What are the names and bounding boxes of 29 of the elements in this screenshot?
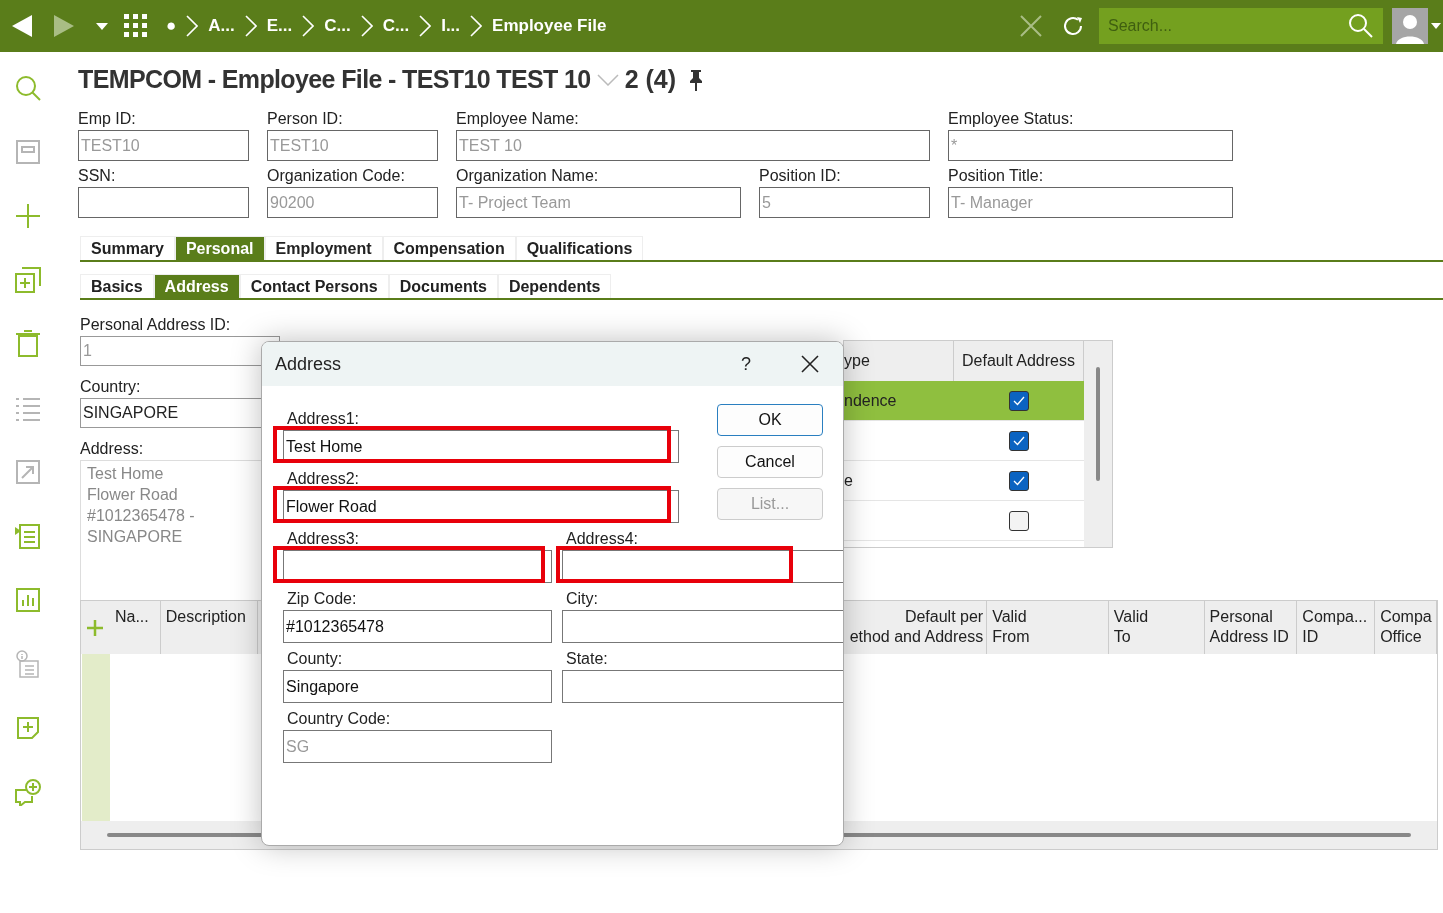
field-label: State: bbox=[565, 649, 609, 669]
field-label: Position Title: bbox=[948, 166, 1045, 186]
field-label: Country: bbox=[80, 377, 142, 397]
field-label: Country Code: bbox=[286, 709, 392, 729]
field-label: Address1: bbox=[286, 409, 361, 429]
field-label: Employee Status: bbox=[948, 109, 1075, 129]
field-label: Employee Name: bbox=[456, 109, 580, 129]
field-label: Address3: bbox=[286, 529, 361, 549]
page-title: TEMPCOM - Employee File - TEST10 TEST 10 bbox=[78, 64, 591, 96]
field-label: Address4: bbox=[565, 529, 640, 549]
field-label: Address: bbox=[80, 439, 145, 459]
address-line: Flower Road bbox=[87, 485, 179, 505]
field-label: Organization Name: bbox=[456, 166, 600, 186]
address-line: Test Home bbox=[87, 464, 165, 484]
table-cell-text: e bbox=[844, 470, 853, 491]
record-counter: 2 (4) bbox=[624, 64, 677, 96]
field-label: SSN: bbox=[78, 166, 117, 186]
field-label: Zip Code: bbox=[286, 589, 358, 609]
field-label: Personal Address ID: bbox=[80, 315, 232, 335]
address-line: SINGAPORE bbox=[87, 527, 184, 547]
field-label: Organization Code: bbox=[267, 166, 406, 186]
field-label: County: bbox=[286, 649, 344, 669]
table-cell-text: ndence bbox=[844, 390, 897, 411]
field-label: Position ID: bbox=[759, 166, 842, 186]
field-label: Person ID: bbox=[267, 109, 344, 129]
field-label: City: bbox=[565, 589, 599, 609]
field-label: Emp ID: bbox=[78, 109, 137, 129]
address-line: #1012365478 - bbox=[87, 506, 196, 526]
field-label: Address2: bbox=[286, 469, 361, 489]
